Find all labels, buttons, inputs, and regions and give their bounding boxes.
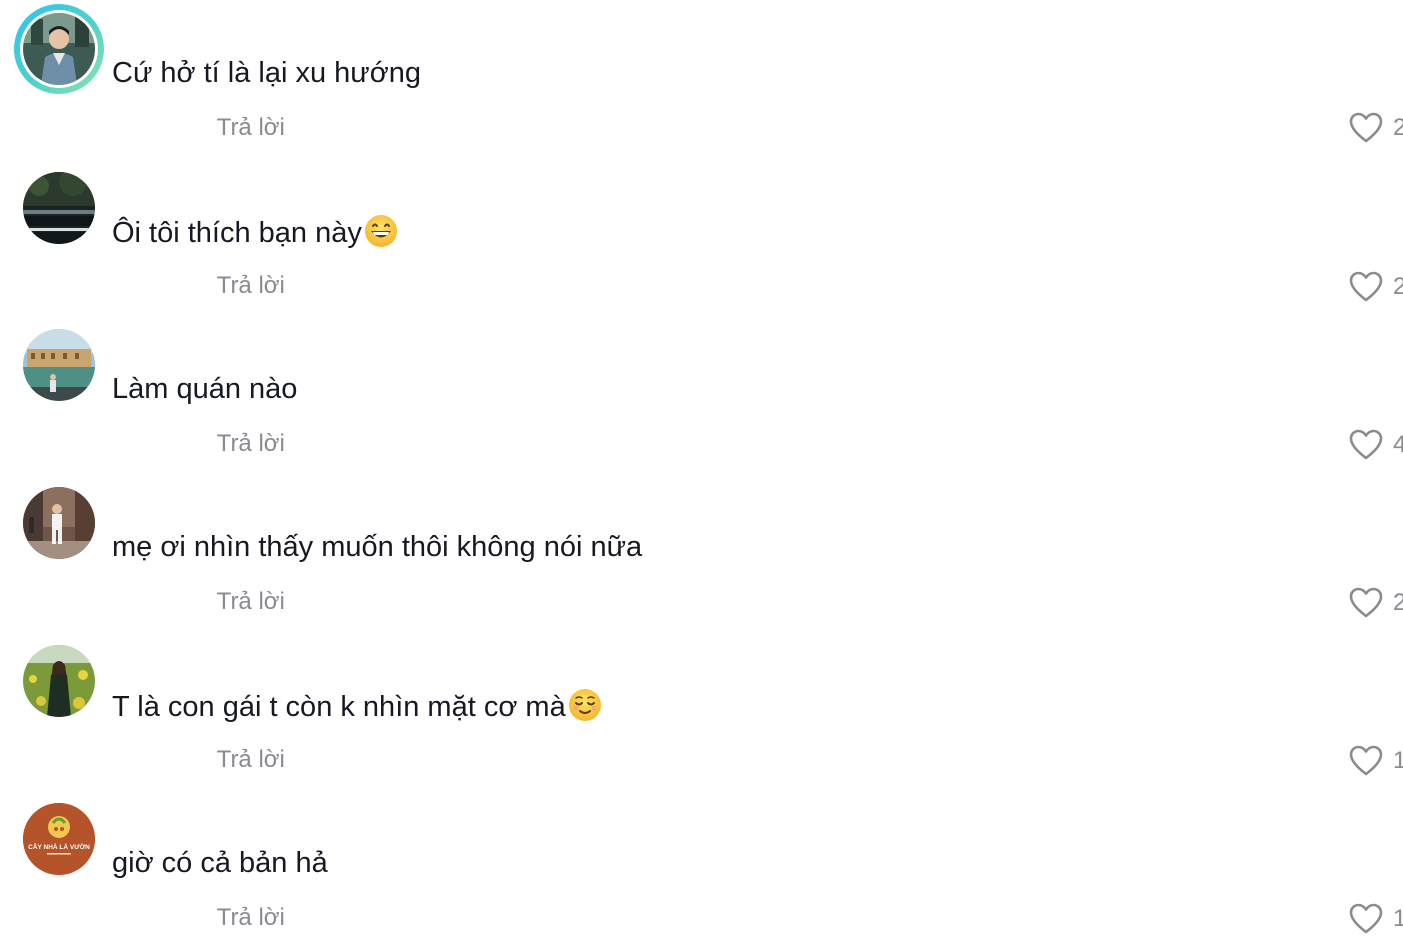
shop-logo-icon: CÂY NHÀ LÁ VƯỜN — [23, 803, 95, 875]
comment-text-body: Ôi tôi thích bạn này — [112, 217, 362, 249]
reply-button[interactable]: Trả lời — [217, 272, 285, 299]
like-count: 4 — [1393, 431, 1403, 458]
like-count: 1 — [1393, 905, 1403, 932]
comment-meta: Trả lời — [112, 272, 285, 300]
heart-outline-icon — [1349, 112, 1383, 143]
grinning-face-emoji — [364, 215, 397, 247]
like-button[interactable]: 2 — [1349, 112, 1403, 146]
comment-meta: Trả lời — [112, 430, 285, 458]
comment-text: Ôi tôi thích bạn này — [112, 214, 398, 250]
reply-button[interactable]: Trả lời — [217, 430, 285, 457]
comment-item: Ôi tôi thích bạn này Trả lời 2 — [0, 158, 1403, 316]
avatar[interactable] — [23, 487, 95, 559]
comment-item: T là con gái t còn k nhìn mặt cơ mà Trả … — [0, 632, 1403, 790]
comment-text-body: Làm quán nào — [112, 373, 298, 405]
avatar[interactable] — [23, 645, 95, 717]
avatar[interactable] — [23, 329, 95, 401]
heart-outline-icon — [1349, 429, 1383, 460]
comment-text-body: T là con gái t còn k nhìn mặt cơ mà — [112, 691, 566, 723]
comment-item: mẹ ơi nhìn thấy muốn thôi không nói nữa … — [0, 474, 1403, 632]
comment-username[interactable] — [112, 18, 116, 43]
comment-text-body: giờ có cả — [112, 847, 231, 879]
comment-text: giờ có cả bản hả — [112, 846, 328, 880]
comment-text-body: mẹ ơi nhìn thấy muốn thôi không nói nữa — [112, 531, 643, 563]
heart-outline-icon — [1349, 587, 1383, 618]
like-button[interactable]: 1 — [1349, 745, 1403, 779]
heart-outline-icon — [1349, 745, 1383, 776]
comment-item: Làm quán nào Trả lời 4 — [0, 316, 1403, 474]
like-button[interactable]: 2 — [1349, 271, 1403, 305]
reply-button[interactable]: Trả lời — [217, 904, 285, 931]
like-count: 1 — [1393, 747, 1403, 774]
like-button[interactable]: 1 — [1349, 903, 1403, 937]
comment-text-body: Cứ hở tí là lại xu hướng — [112, 57, 421, 89]
comment-text: Cứ hở tí là lại xu hướng — [112, 56, 421, 90]
comment-item: Cứ hở tí là lại xu hướng Trả lời 2 — [0, 0, 1403, 158]
comment-text-tail: bản hả — [239, 847, 328, 879]
logo-text: CÂY NHÀ LÁ VƯỜN — [28, 842, 90, 851]
like-count: 2 — [1393, 589, 1403, 616]
heart-outline-icon — [1349, 271, 1383, 302]
avatar-photo — [23, 13, 95, 85]
comment-item: CÂY NHÀ LÁ VƯỜN giờ có cả bản hả Trả lời… — [0, 790, 1403, 948]
reply-button[interactable]: Trả lời — [217, 114, 285, 141]
comment-text: mẹ ơi nhìn thấy muốn thôi không nói nữa — [112, 530, 642, 564]
comment-text: Làm quán nào — [112, 372, 297, 406]
reply-button[interactable]: Trả lời — [217, 588, 285, 615]
reply-button[interactable]: Trả lời — [217, 746, 285, 773]
avatar[interactable]: CÂY NHÀ LÁ VƯỜN — [23, 803, 95, 875]
avatar-photo — [23, 487, 95, 559]
comment-meta: Trả lời — [112, 114, 285, 142]
like-count: 2 — [1393, 114, 1403, 141]
avatar-photo — [23, 329, 95, 401]
avatar[interactable] — [14, 4, 104, 94]
relieved-face-emoji — [568, 689, 601, 721]
like-button[interactable]: 4 — [1349, 429, 1403, 463]
heart-outline-icon — [1349, 903, 1383, 934]
avatar-inner — [20, 10, 98, 88]
avatar-photo — [23, 172, 95, 244]
like-count: 2 — [1393, 273, 1403, 300]
avatar-photo — [23, 645, 95, 717]
avatar[interactable] — [23, 172, 95, 244]
comment-meta: Trả lời — [112, 904, 285, 932]
comment-meta: Trả lời — [112, 588, 285, 616]
like-button[interactable]: 2 — [1349, 587, 1403, 621]
comment-text: T là con gái t còn k nhìn mặt cơ mà — [112, 688, 602, 724]
comment-meta: Trả lời — [112, 746, 285, 774]
